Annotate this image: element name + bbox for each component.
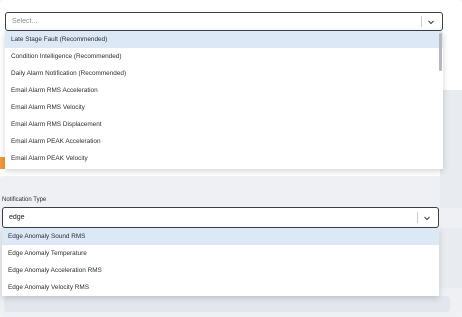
notification-type-label: Notification Type: [2, 197, 47, 203]
notification-select-1[interactable]: [5, 12, 443, 31]
side-panel-edge-lower: [440, 228, 462, 288]
chevron-down-icon[interactable]: [426, 17, 436, 27]
option-email-alarm-peak-acceleration[interactable]: Email Alarm PEAK Acceleration: [5, 133, 443, 150]
option-daily-alarm-notification[interactable]: Daily Alarm Notification (Recommended): [5, 65, 443, 82]
side-panel-edge: [440, 90, 462, 208]
option-edge-anomaly-temperature[interactable]: Edge Anomaly Temperature: [2, 245, 439, 262]
select-1-divider: [421, 16, 422, 27]
select-1-dropdown[interactable]: Late Stage Fault (Recommended) Condition…: [5, 31, 443, 169]
option-email-alarm-rms-velocity[interactable]: Email Alarm RMS Velocity: [5, 99, 443, 116]
option-edge-anomaly-sound-rms[interactable]: Edge Anomaly Sound RMS: [2, 228, 439, 245]
select-2-divider: [417, 212, 418, 223]
option-edge-anomaly-acceleration-rms[interactable]: Edge Anomaly Acceleration RMS: [2, 262, 439, 279]
option-edge-anomaly-velocity-rms[interactable]: Edge Anomaly Velocity RMS: [2, 279, 439, 296]
notification-type-select[interactable]: [2, 207, 439, 228]
notification-type-input[interactable]: [3, 208, 417, 227]
dropdown-scrollbar[interactable]: [439, 33, 442, 71]
chevron-down-icon[interactable]: [422, 213, 432, 223]
option-late-stage-fault[interactable]: Late Stage Fault (Recommended): [5, 31, 443, 48]
notification-type-dropdown[interactable]: Edge Anomaly Sound RMS Edge Anomaly Temp…: [2, 228, 439, 296]
option-email-alarm-rms-acceleration[interactable]: Email Alarm RMS Acceleration: [5, 82, 443, 99]
option-condition-intelligence[interactable]: Condition Intelligence (Recommended): [5, 48, 443, 65]
option-email-alarm-rms-displacement[interactable]: Email Alarm RMS Displacement: [5, 116, 443, 133]
option-email-alarm-peak-velocity[interactable]: Email Alarm PEAK Velocity: [5, 150, 443, 167]
select-1-input[interactable]: [6, 13, 421, 30]
bottom-card: [4, 296, 450, 312]
